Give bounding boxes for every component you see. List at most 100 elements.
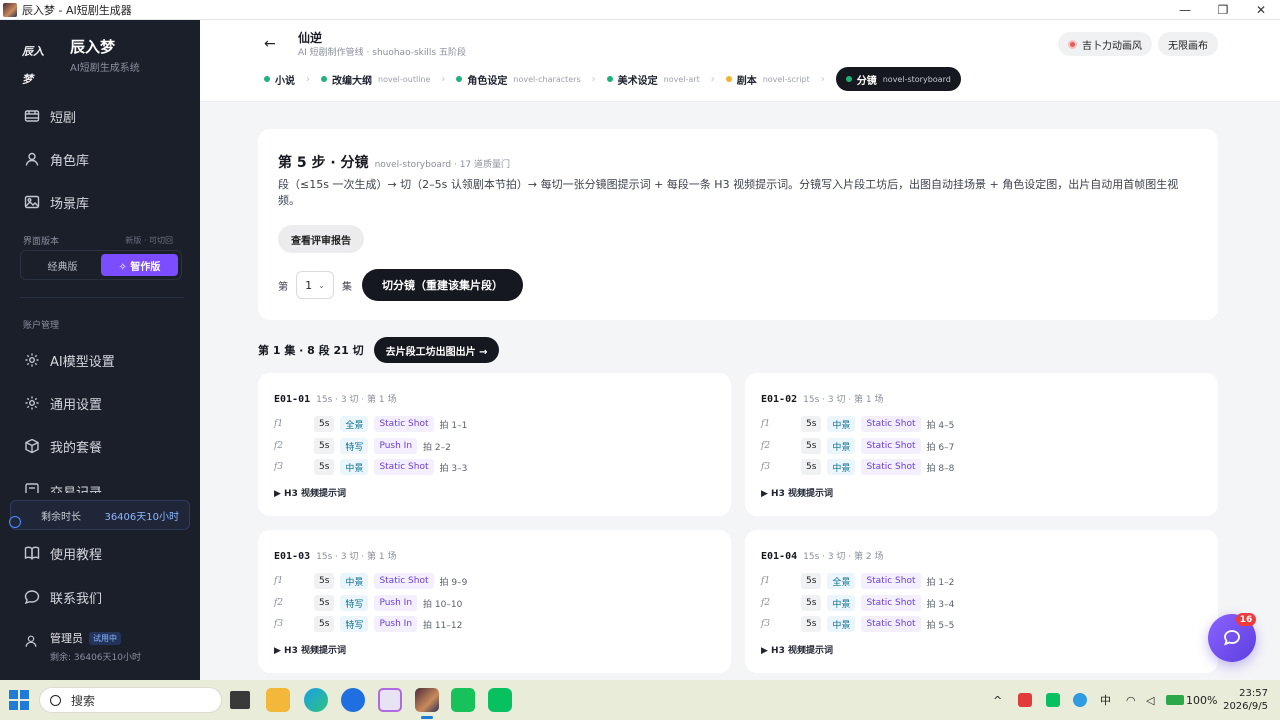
frame-index: f2 [274,441,284,451]
storyboard-step-card: 第 5 步 · 分镜 novel-storyboard · 17 道质量门 段（… [258,129,1218,320]
step-art[interactable]: 美术设定 novel-art [606,67,700,91]
duration-chip: 5s [314,595,335,611]
shot-chip: 中景 [827,416,856,432]
sidebar-item-ai-models[interactable]: AI模型设置 [0,342,200,378]
view-review-report-button[interactable]: 查看评审报告 [278,225,364,253]
chat-app-icon[interactable] [451,688,475,712]
tray-wechat-icon[interactable] [1046,693,1060,707]
beat-range: 拍 8–8 [926,463,955,474]
frame-row: f2 5s 特写 Push In 拍 10–10 [274,595,462,611]
cut-storyboard-button[interactable]: 切分镜（重建该集片段） [362,269,523,301]
duration-chip: 5s [801,459,822,475]
project-subtitle: AI 短剧制作管线 · shuohao-skills 五阶段 [298,48,466,58]
step-novel[interactable]: 小说 [264,67,295,91]
sidebar-item-transactions[interactable]: 交易记录 [0,471,200,493]
input-method-indicator[interactable]: 中 [1100,680,1111,720]
segment-meta: 15s · 3 切 · 第 1 场 [316,395,397,405]
sidebar-item-contact[interactable]: 联系我们 [0,579,200,615]
frame-index: f3 [761,619,771,629]
episode-summary: 第 1 集 · 8 段 21 切 去片段工坊出图出片 → [258,337,500,363]
frame-index: f2 [274,598,284,608]
h3-video-prompt-toggle[interactable]: ▶ H3 视频提示词 [761,643,833,656]
version-smart-button[interactable]: ✧ 智作版 [101,254,178,276]
frame-index: f1 [761,419,771,429]
episode-value: 1 [305,278,313,292]
clock-icon [9,516,21,528]
duration-chip: 5s [314,459,335,475]
step-storyboard[interactable]: 分镜 novel-storyboard [835,67,961,91]
file-explorer-icon[interactable] [266,688,290,712]
minimize-button[interactable]: — [1166,0,1204,20]
battery-percent: 100% [1186,693,1218,707]
tray-chevron-icon[interactable]: ^ [993,680,1002,720]
frame-row: f1 5s 中景 Static Shot 拍 4–5 [761,416,954,432]
window-title: 辰入梦 - AI短剧生成器 [22,3,132,17]
sidebar-item-label: 我的套餐 [50,440,103,456]
beat-range: 拍 1–1 [439,420,468,431]
camera-chip: Static Shot [374,416,434,432]
h3-video-prompt-toggle[interactable]: ▶ H3 视频提示词 [274,643,346,656]
step-script[interactable]: 剧本 novel-script [725,67,810,91]
wifi-icon[interactable]: ◠ [1126,680,1136,720]
frame-row: f3 5s 中景 Static Shot 拍 5–5 [761,616,954,632]
window-titlebar: 辰入梦 - AI短剧生成器 — ❐ ✕ [0,0,1280,20]
close-button[interactable]: ✕ [1242,0,1280,20]
edge-browser-icon[interactable] [304,688,328,712]
segment-card[interactable]: E01-03 15s · 3 切 · 第 1 场 f1 5s 中景 Static Sho… [258,530,731,673]
volume-icon[interactable]: ◁ [1146,680,1154,720]
user-profile[interactable]: 管理员 试用中 剩余: 36406天10小时 [24,630,141,663]
sidebar-item-label: 交易记录 [50,482,102,493]
receipt-icon [24,482,40,493]
user-icon [24,151,40,167]
system-clock[interactable]: 23:57 2026/9/5 [1223,687,1268,713]
windows-start-icon[interactable] [9,690,29,710]
wechat-icon[interactable] [488,688,512,712]
h3-video-prompt-toggle[interactable]: ▶ H3 视频提示词 [274,486,346,499]
go-to-workshop-button[interactable]: 去片段工坊出图出片 → [373,337,500,363]
brand[interactable]: 辰入梦 辰入梦 AI短剧生成系统 [22,38,140,86]
h3-video-prompt-toggle[interactable]: ▶ H3 视频提示词 [761,486,833,499]
sidebar-item-general-settings[interactable]: 通用设置 [0,385,200,421]
clock-time: 23:57 [1239,688,1268,699]
shot-chip: 中景 [827,459,856,475]
infinite-canvas-button[interactable]: 无限画布 [1158,32,1218,56]
segment-card[interactable]: E01-02 15s · 3 切 · 第 1 场 f1 5s 中景 Static Sho… [745,373,1218,516]
frame-index: f3 [761,462,771,472]
style-button[interactable]: 吉卜力动画风 [1058,32,1152,56]
beat-range: 拍 3–4 [926,599,955,610]
pipeline-steps: 小说 › 改编大纲 novel-outline › 角色设定 novel-cha… [264,67,961,91]
snipping-tool-icon[interactable] [378,688,402,712]
segment-card[interactable]: E01-04 15s · 3 切 · 第 2 场 f1 5s 全景 Static Sho… [745,530,1218,673]
taskbar-search[interactable]: 搜索 [39,687,222,713]
back-arrow-icon[interactable]: ← [264,36,276,52]
security-app-icon[interactable] [341,688,365,712]
task-view-icon[interactable] [230,691,250,709]
segment-card[interactable]: E01-01 15s · 3 切 · 第 1 场 f1 5s 全景 Static Sho… [258,373,731,516]
tray-app-icon[interactable] [1018,693,1032,707]
sidebar-item-plan[interactable]: 我的套餐 [0,428,200,464]
app-taskbar-icon[interactable] [415,688,439,712]
segment-id: E01-02 [761,394,798,405]
beat-range: 拍 3–3 [439,463,468,474]
shot-chip: 中景 [827,616,856,632]
version-classic-button[interactable]: 经典版 [24,254,101,276]
episode-select[interactable]: 1 ⌄ [296,271,334,299]
maximize-button[interactable]: ❐ [1204,0,1242,20]
remaining-time-box: 剩余时长 36406天10小时 [9,500,190,530]
step-characters[interactable]: 角色设定 novel-characters [456,67,581,91]
frame-index: f1 [274,576,284,586]
chevron-right-icon: › [591,73,596,85]
sidebar-item-tutorial[interactable]: 使用教程 [0,535,200,571]
sidebar-item-scenes[interactable]: 场景库 [0,184,200,220]
tray-cloud-icon[interactable] [1073,693,1087,707]
battery-icon[interactable] [1166,695,1184,705]
duration-chip: 5s [314,573,335,589]
camera-chip: Static Shot [861,573,921,589]
sidebar-item-drama[interactable]: 短剧 [0,98,200,134]
step-status-dot [606,76,613,82]
sidebar-divider [20,297,184,298]
chevron-right-icon: › [820,73,825,85]
step-outline[interactable]: 改编大纲 novel-outline [321,67,430,91]
sidebar-item-label: AI模型设置 [50,354,115,370]
sidebar-item-characters[interactable]: 角色库 [0,141,200,177]
